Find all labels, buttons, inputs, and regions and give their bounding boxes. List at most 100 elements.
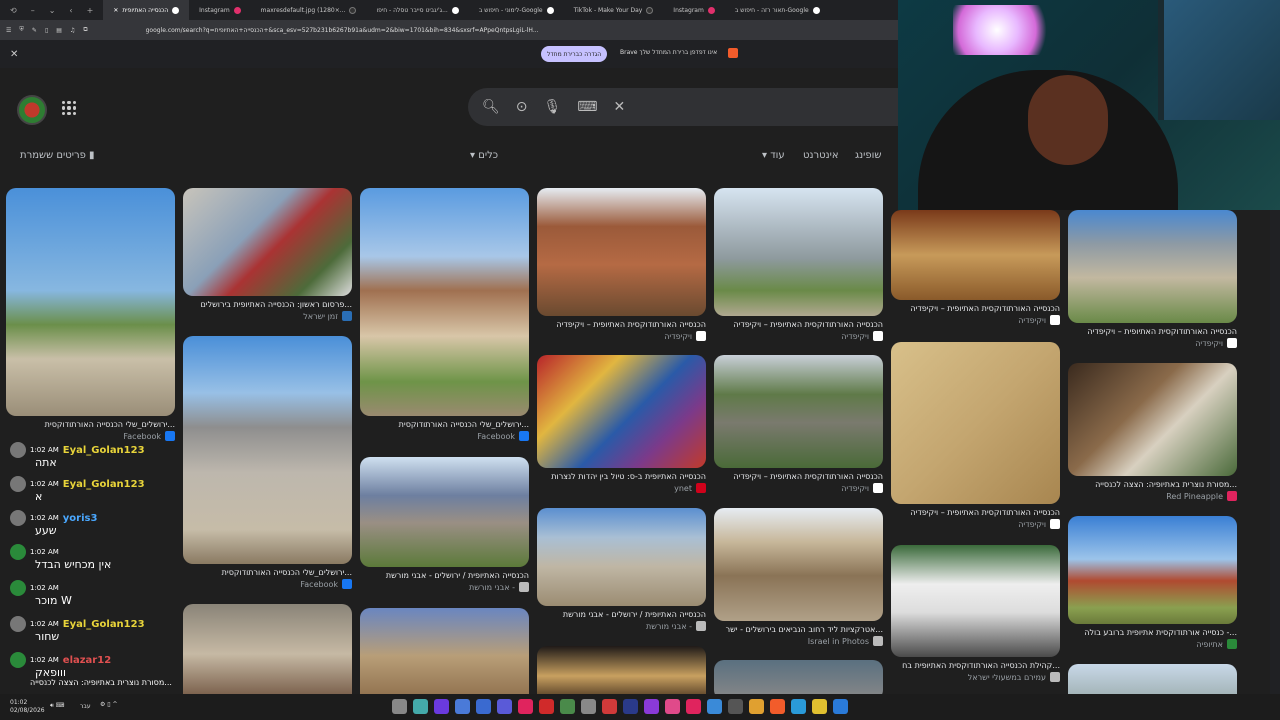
result-image[interactable]	[183, 604, 352, 694]
apps-grid-icon[interactable]	[62, 101, 76, 115]
music-icon[interactable]: ♫	[70, 27, 75, 34]
app-icon[interactable]	[476, 699, 491, 714]
result-caption[interactable]: ירושלים_שלי הכנסייה האורתודוקסית...	[360, 420, 529, 429]
clear-icon[interactable]: ✕	[614, 99, 626, 115]
result-caption[interactable]: הכנסייה האורתודוקסית האתיופית – ויקיפדיה	[714, 320, 883, 329]
app-icon[interactable]	[581, 699, 596, 714]
shield-icon[interactable]: ⛨	[19, 26, 24, 34]
result-card[interactable]: הכנסייה האורתודוקסית האתיופית – ויקיפדיה…	[537, 188, 706, 341]
result-card[interactable]: הכנסייה האורתודוקסית האתיופית – ויקיפדיה…	[714, 188, 883, 341]
filter-shopping[interactable]: שופינג	[855, 150, 881, 161]
result-card[interactable]: הכנסייה האתיופית / ירושלים - אבני מורשת …	[360, 457, 529, 592]
tab-controls[interactable]: ⟲ – ⌄ ‹ +	[0, 0, 103, 20]
result-image[interactable]	[891, 545, 1060, 657]
result-image[interactable]	[1068, 664, 1237, 694]
result-source[interactable]: ויקיפדיה	[1018, 520, 1046, 529]
app-icon[interactable]	[560, 699, 575, 714]
windows-icon[interactable]	[833, 699, 848, 714]
result-source[interactable]: ויקיפדיה	[664, 332, 692, 341]
saved-items-button[interactable]: פריטים ששמרת ▮	[20, 150, 95, 161]
result-caption[interactable]: ירושלים_שלי הכנסייה האורתודוקסית...	[183, 568, 352, 577]
result-image[interactable]	[360, 608, 529, 694]
result-image[interactable]	[183, 336, 352, 564]
close-icon[interactable]: ✕	[10, 49, 18, 60]
result-caption[interactable]: אטרקציות ליד רחוב הנביאים בירושלים - ישר…	[714, 625, 883, 634]
result-image[interactable]	[1068, 363, 1237, 476]
app-icon[interactable]	[455, 699, 470, 714]
result-caption[interactable]: מסורת נוצרית באתיופיה: הצצה לכנסייה...	[30, 678, 172, 687]
result-image[interactable]	[714, 508, 883, 621]
app-icon[interactable]	[539, 699, 554, 714]
app-icon[interactable]	[497, 699, 512, 714]
result-image[interactable]	[537, 508, 706, 606]
result-card[interactable]: הכנסייה האורתודוקסית האתיופית – ויקיפדיה…	[1068, 210, 1237, 348]
result-caption[interactable]: הכנסייה האורתודוקסית האתיופית – ויקיפדיה	[714, 472, 883, 481]
result-card[interactable]: הכנסייה האורתודוקסית האתיופית – ויקיפדיה…	[714, 355, 883, 493]
app-icon[interactable]	[665, 699, 680, 714]
result-card[interactable]: ירושלים_שלי הכנסייה האורתודוקסית... Face…	[360, 188, 529, 441]
result-source[interactable]: ויקיפדיה	[841, 484, 869, 493]
filter-more[interactable]: ▾ עוד	[762, 150, 785, 161]
brave-icon[interactable]	[770, 699, 785, 714]
result-source[interactable]: Red Pineapple	[1166, 492, 1223, 501]
result-caption[interactable]: הכנסייה האורתודוקסית האתיופית – ויקיפדיה	[537, 320, 706, 329]
filter-internet[interactable]: אינטרנט	[803, 150, 839, 161]
new-tab-icon[interactable]: +	[87, 6, 94, 15]
result-card[interactable]	[1068, 664, 1237, 694]
scrollbar[interactable]	[1270, 210, 1280, 694]
result-caption[interactable]: פרסום ראשון: הכנסייה האתיופית בירושלים..…	[183, 300, 352, 309]
result-image[interactable]	[1068, 516, 1237, 624]
result-card[interactable]	[360, 608, 529, 694]
dropdown-icon[interactable]: ⌄	[49, 6, 56, 15]
result-source[interactable]: אבני מורשת -	[646, 622, 692, 631]
result-image[interactable]	[537, 355, 706, 468]
result-caption[interactable]: הכנסייה האתיופית ב-ס: טיול בין יהדות לנצ…	[537, 472, 706, 481]
history-icon[interactable]: ⟲	[10, 6, 17, 15]
tools-button[interactable]: ▾ כלים	[470, 150, 498, 161]
result-caption[interactable]: קהילת הכנסייה האורתודוקסית האתיופית בח..…	[891, 661, 1060, 670]
tab-search-2[interactable]: ג'יגביט סייבר טסלה - חיפו...	[366, 0, 468, 20]
back-icon[interactable]: ‹	[69, 6, 72, 15]
result-source[interactable]: Israel in Photos	[808, 637, 869, 646]
chrome-icon[interactable]	[749, 699, 764, 714]
close-tab-icon[interactable]: ✕	[113, 7, 118, 14]
result-card[interactable]: קהילת הכנסייה האורתודוקסית האתיופית בח..…	[891, 545, 1060, 682]
result-image[interactable]	[537, 646, 706, 694]
result-image[interactable]	[714, 188, 883, 316]
result-source[interactable]: Facebook	[477, 432, 515, 441]
result-source[interactable]: Facebook	[300, 580, 338, 589]
app-icon[interactable]	[602, 699, 617, 714]
avatar[interactable]	[17, 95, 47, 125]
result-card[interactable]: ירושלים_שלי הכנסייה האורתודוקסית... Face…	[183, 336, 352, 589]
result-card[interactable]: כנסייה אורתודוקסית אתיופית ברובע בולה -.…	[1068, 516, 1237, 649]
tab-active[interactable]: ✕ הכנסייה האתיופית	[103, 0, 190, 20]
result-card[interactable]: הכנסייה האתיופית / ירושלים - אבני מורשת …	[537, 508, 706, 631]
result-caption[interactable]: מסורת נוצרית באתיופיה: הצצה לכנסייה...	[1068, 480, 1237, 489]
app-icon[interactable]	[707, 699, 722, 714]
result-source[interactable]: ויקיפדיה	[841, 332, 869, 341]
extension-icon[interactable]: ✎	[32, 27, 37, 34]
tray-icons[interactable]: ⚙ ▯ ^	[100, 701, 118, 708]
result-image[interactable]	[714, 355, 883, 468]
result-image[interactable]	[891, 210, 1060, 300]
result-image[interactable]	[714, 660, 883, 694]
result-image[interactable]	[1068, 210, 1237, 323]
result-source[interactable]: ויקיפדיה	[1195, 339, 1223, 348]
result-card[interactable]: ירושלים_שלי הכנסייה האורתודוקסית... Face…	[6, 188, 175, 441]
url-field[interactable]: google.com/search?q=הכנסייה+האתיופית+&sc…	[146, 27, 786, 34]
result-caption[interactable]: הכנסייה האתיופית / ירושלים - אבני מורשת	[537, 610, 706, 619]
result-card[interactable]: הכנסייה האתיופית ב-ס: טיול בין יהדות לנצ…	[537, 355, 706, 493]
clock[interactable]: 01:02 02/08/2026	[10, 699, 45, 715]
search-box[interactable]: 🔍︎ ⊙ 🎙︎ ⌨ ✕	[468, 88, 898, 126]
result-image[interactable]	[891, 342, 1060, 504]
menu-icon[interactable]: ☰	[6, 27, 11, 34]
app-icon[interactable]	[686, 699, 701, 714]
result-image[interactable]	[6, 188, 175, 416]
system-tray-icons[interactable]: 🔊︎ ⌨	[50, 702, 64, 710]
result-source[interactable]: זמן ישראל	[303, 312, 338, 321]
edge-icon[interactable]	[791, 699, 806, 714]
mic-icon[interactable]: 🎙︎	[544, 99, 562, 115]
app-icon[interactable]	[644, 699, 659, 714]
result-card[interactable]: אטרקציות ליד רחוב הנביאים בירושלים - ישר…	[714, 508, 883, 646]
result-card[interactable]: פרסום ראשון: הכנסייה האתיופית בירושלים..…	[183, 188, 352, 321]
